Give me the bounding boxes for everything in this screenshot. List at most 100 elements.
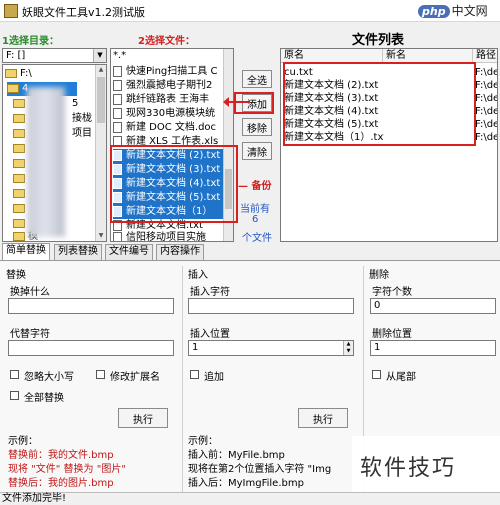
replace-all-checkbox[interactable]: [10, 391, 19, 400]
delete-pos-label: 删除位置: [372, 329, 412, 340]
clear-button[interactable]: 清除: [242, 142, 272, 160]
insert-char-input[interactable]: [188, 298, 354, 314]
backup-checkbox-label[interactable]: — 备份: [238, 177, 271, 192]
tree-item-label: 5: [72, 98, 79, 109]
replace-example-after: 替换后：我的图片.bmp: [8, 478, 114, 489]
backup-label: 备份: [251, 181, 272, 192]
modify-ext-label: 修改扩展名: [110, 372, 160, 383]
file-icon: [113, 231, 122, 241]
folder-icon: [13, 98, 25, 108]
arrow-left-icon: [223, 97, 250, 107]
window-title: 妖眼文件工具v1.2测试版: [22, 6, 146, 19]
col-new[interactable]: 新名: [383, 49, 473, 63]
insert-pos-stepper[interactable]: 1 ▲ ▼: [188, 340, 354, 356]
tree-item-label: 项目: [72, 128, 92, 139]
delete-group-title: 删除: [369, 270, 389, 281]
status-bar: 文件添加完毕!: [0, 492, 500, 505]
chevron-down-icon[interactable]: ▼: [93, 49, 106, 62]
list-item[interactable]: 现网330电源模块统: [113, 107, 223, 121]
table-row-path: F:\de: [475, 67, 498, 78]
select-all-button[interactable]: 全选: [242, 70, 272, 88]
highlight-box-list: [283, 62, 476, 146]
insert-example-mid: 现将在第2个位置插入字符 "Img: [188, 464, 332, 475]
list-item[interactable]: 快速Ping扫描工具 C: [113, 65, 223, 79]
tree-item[interactable]: [13, 202, 28, 216]
directory-tree[interactable]: F:\ 4 5 接栊 项目 模 ▲ ▼: [2, 64, 107, 242]
replace-all-label: 全部替换: [24, 393, 64, 404]
scroll-thumb[interactable]: [97, 77, 105, 123]
table-row-path: F:\de: [475, 132, 498, 143]
folder-icon: [7, 83, 19, 93]
divider: [182, 266, 183, 492]
drive-select-value: F: []: [6, 50, 26, 61]
find-input[interactable]: [8, 298, 174, 314]
site-watermark-text: 软件技巧: [360, 456, 457, 481]
insert-execute-button[interactable]: 执行: [298, 408, 348, 428]
insert-example-before: 插入前：MyFile.bmp: [188, 450, 285, 461]
insert-char-label: 插入字符: [190, 287, 230, 298]
list-item[interactable]: 强烈震撼电子期刊2: [113, 79, 223, 93]
tree-item-label: 接栊: [72, 113, 92, 124]
replace-example-mid: 现将 "文件" 替换为 "图片": [8, 464, 126, 475]
scroll-down-icon[interactable]: ▼: [96, 231, 106, 241]
tree-item[interactable]: [13, 157, 28, 171]
file-name: 现网330电源模块统: [126, 108, 216, 119]
replace-label: 代替字符: [10, 329, 50, 340]
file-name: 强烈震撼电子期刊2: [126, 80, 213, 91]
modify-ext-checkbox[interactable]: [96, 370, 105, 379]
tree-item[interactable]: [13, 172, 28, 186]
folder-icon: [13, 231, 25, 241]
replace-example-title: 示例：: [8, 436, 38, 447]
col-original[interactable]: 原名: [281, 49, 383, 63]
site-watermark: 软件技巧: [352, 436, 500, 496]
title-bar: 妖眼文件工具v1.2测试版 php 中文网: [0, 0, 500, 22]
list-item[interactable]: 跳纤链路表 王海丰: [113, 93, 223, 107]
remove-button[interactable]: 移除: [242, 118, 272, 136]
table-row-path: F:\de: [475, 80, 498, 91]
folder-icon: [13, 203, 25, 213]
ignore-case-label: 忽略大小写: [24, 372, 74, 383]
tree-item[interactable]: [13, 187, 28, 201]
highlight-box-files: [110, 145, 238, 223]
append-label: 追加: [204, 372, 224, 383]
delete-count-label: 字符个数: [372, 287, 412, 298]
file-icon: [113, 65, 122, 77]
replace-execute-button[interactable]: 执行: [118, 408, 168, 428]
delete-pos-input[interactable]: 1: [370, 340, 496, 356]
list-item[interactable]: 新建 DOC 文档.doc: [113, 121, 223, 135]
tree-item[interactable]: F:\: [5, 67, 32, 81]
insert-example-after: 插入后：MyImgFile.bmp: [188, 478, 304, 489]
file-list-label: 文件列表: [352, 33, 405, 48]
find-label: 换掉什么: [10, 287, 50, 298]
current-count-unit: 个文件: [242, 233, 272, 244]
col-path[interactable]: 路径: [473, 49, 497, 63]
list-item[interactable]: 信阳移动项目实施: [113, 231, 223, 241]
delete-count-input[interactable]: 0: [370, 298, 496, 314]
ignore-case-checkbox[interactable]: [10, 370, 19, 379]
file-icon: [113, 121, 122, 133]
select-dir-label: 1选择目录：: [2, 36, 59, 47]
spin-arrows-icon[interactable]: ▲ ▼: [343, 341, 353, 355]
drive-select[interactable]: F: [] ▼: [2, 48, 107, 63]
php-logo: php 中文网: [418, 2, 498, 20]
insert-example-title: 示例：: [188, 436, 218, 447]
replace-input[interactable]: [8, 340, 174, 356]
tree-item[interactable]: [13, 217, 28, 231]
insert-group-title: 插入: [188, 270, 208, 281]
tab-simple-replace[interactable]: 简单替换: [2, 243, 50, 260]
folder-icon: [13, 128, 25, 138]
tree-scrollbar[interactable]: ▲ ▼: [95, 65, 106, 241]
tab-list-replace[interactable]: 列表替换: [54, 244, 102, 260]
tree-item-label: F:\: [20, 68, 32, 79]
from-end-checkbox[interactable]: [372, 370, 381, 379]
tab-file-number[interactable]: 文件编号: [105, 244, 153, 260]
append-checkbox[interactable]: [190, 370, 199, 379]
table-row-path: F:\de: [475, 93, 498, 104]
tree-item[interactable]: [13, 142, 28, 156]
folder-icon: [13, 113, 25, 123]
current-count-value: 6: [252, 214, 259, 225]
replace-example-before: 替换前：我的文件.bmp: [8, 450, 114, 461]
tab-content-ops[interactable]: 内容操作: [156, 244, 204, 260]
scroll-up-icon[interactable]: ▲: [96, 65, 106, 75]
file-icon: [113, 93, 122, 105]
